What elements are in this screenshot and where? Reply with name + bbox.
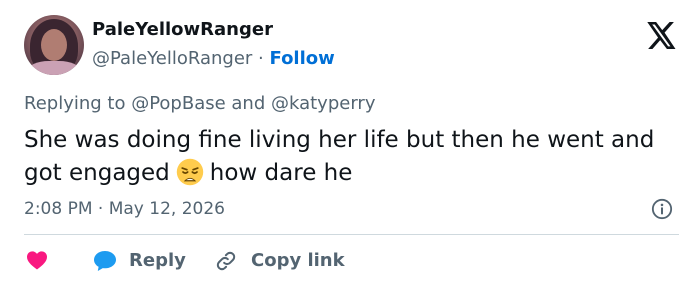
tweet-timestamp[interactable]: 2:08 PM · May 12, 2026 <box>24 198 225 220</box>
weary-face-icon <box>176 158 204 186</box>
link-icon <box>216 251 236 271</box>
copy-link-button[interactable]: Copy link <box>215 249 345 273</box>
copy-link-label: Copy link <box>251 250 345 271</box>
tweet-text-part2: how dare he <box>209 160 353 186</box>
author-display-name[interactable]: PaleYellowRanger <box>92 19 273 41</box>
follow-button[interactable]: Follow <box>270 48 335 69</box>
separator-dot: · <box>258 48 264 69</box>
reply-label: Reply <box>129 250 186 271</box>
x-logo-icon[interactable] <box>647 22 677 49</box>
author-handle[interactable]: @PaleYelloRanger <box>92 48 252 69</box>
author-handle-row: @PaleYelloRanger · Follow <box>92 48 335 70</box>
info-icon[interactable] <box>651 198 673 220</box>
reply-bubble-icon <box>94 251 116 271</box>
like-heart-icon[interactable] <box>26 250 48 270</box>
tweet-text: She was doing fine living her life but t… <box>24 124 684 190</box>
divider <box>24 234 679 235</box>
replying-to-label: Replying to @PopBase and @katyperry <box>24 93 376 114</box>
reply-button[interactable]: Reply <box>93 249 186 273</box>
avatar[interactable] <box>24 15 84 75</box>
